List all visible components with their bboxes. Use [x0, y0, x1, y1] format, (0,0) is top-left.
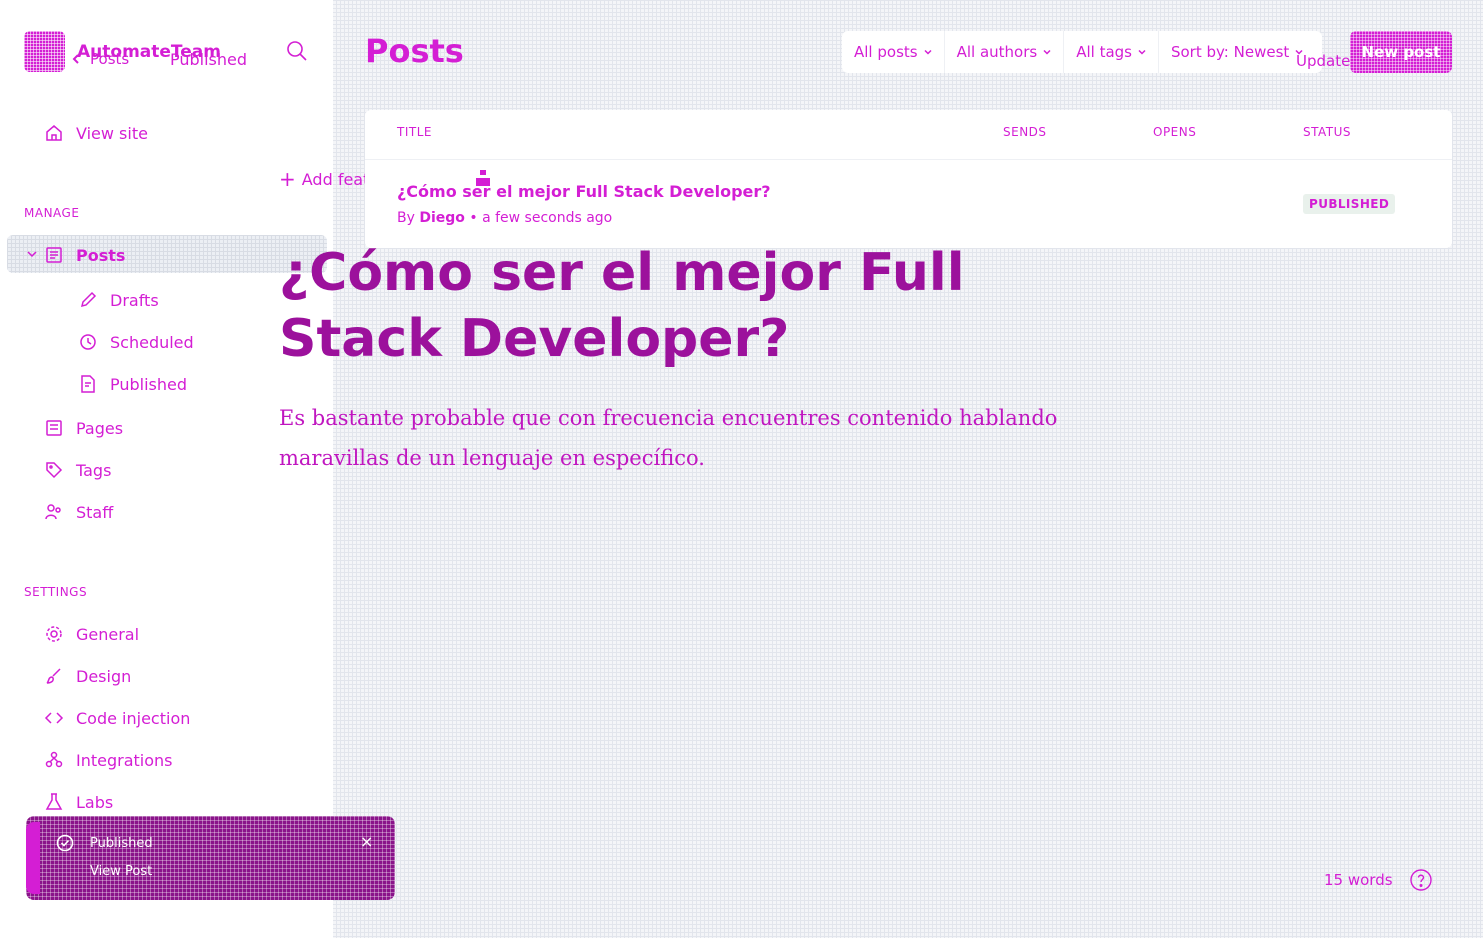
search-icon[interactable] — [284, 38, 310, 64]
tag-icon — [46, 462, 63, 479]
gear-icon — [46, 626, 62, 642]
sidebar-item-label: Design — [76, 666, 132, 686]
post-row-by: By — [397, 210, 415, 226]
sidebar-item-design[interactable]: Design — [44, 663, 131, 689]
sidebar-item-scheduled[interactable]: Scheduled — [78, 329, 194, 355]
sidebar-item-pages[interactable]: Pages — [44, 415, 123, 441]
status-badge: PUBLISHED — [1303, 194, 1396, 214]
editor-status: Published — [170, 50, 248, 69]
flask-icon — [45, 793, 63, 810]
plus-icon: + — [279, 167, 296, 191]
sidebar-item-view-site[interactable]: View site — [44, 120, 148, 146]
sidebar-item-drafts[interactable]: Drafts — [78, 287, 159, 313]
view-post-link[interactable]: View Post — [90, 864, 152, 879]
brand-logo — [24, 31, 65, 72]
sidebar-item-code-injection[interactable]: Code injection — [44, 705, 190, 731]
new-post-button[interactable]: New post — [1350, 31, 1452, 73]
post-row-time: • a few seconds ago — [469, 210, 613, 226]
filter-type-dropdown[interactable]: All posts — [842, 31, 945, 73]
filter-label: All authors — [956, 43, 1038, 61]
sidebar-item-staff[interactable]: Staff — [44, 499, 113, 525]
sidebar-item-posts[interactable]: Posts — [44, 242, 125, 268]
toast-title: Published — [90, 836, 153, 851]
help-icon[interactable] — [1409, 868, 1433, 892]
post-row-meta: By Diego • a few seconds ago — [397, 210, 612, 226]
manage-section-title: MANAGE — [24, 206, 80, 220]
page-title: Posts — [365, 32, 464, 70]
word-count: 15 words — [1324, 871, 1393, 889]
sidebar-item-tags[interactable]: Tags — [44, 457, 111, 483]
clock-icon — [80, 334, 96, 350]
chevron-left-icon — [72, 54, 79, 64]
close-icon[interactable]: × — [360, 832, 373, 851]
drag-handle-icon[interactable] — [474, 168, 492, 188]
sidebar-item-label: Tags — [76, 460, 112, 480]
post-row-author: Diego — [419, 210, 465, 226]
check-icon — [56, 834, 74, 852]
column-header-sends: SENDS — [1003, 125, 1047, 139]
chevron-down-icon[interactable] — [25, 247, 39, 261]
sidebar-item-label: Labs — [76, 792, 114, 812]
posts-table: TITLE SENDS OPENS STATUS ¿Cómo ser el me… — [365, 110, 1452, 248]
toast-notification: Published View Post × — [26, 816, 395, 900]
posts-icon — [46, 247, 62, 263]
sidebar-item-label: Posts — [76, 245, 126, 265]
filter-bar: All posts All authors All tags Sort by: … — [842, 31, 1322, 73]
settings-section-title: SETTINGS — [24, 585, 88, 599]
sidebar-item-label: Drafts — [110, 290, 159, 310]
sidebar-item-label: View site — [76, 123, 148, 143]
column-header-opens: OPENS — [1153, 125, 1197, 139]
post-title-input[interactable]: ¿Cómo ser el mejor Full Stack Developer? — [279, 240, 1109, 372]
sidebar-item-label: Published — [110, 374, 188, 394]
chevron-down-icon — [1043, 49, 1051, 55]
pages-icon — [46, 420, 62, 436]
chevron-down-icon — [924, 49, 932, 55]
staff-icon — [45, 504, 61, 520]
sidebar-item-published[interactable]: Published — [78, 371, 187, 397]
table-divider — [365, 159, 1452, 160]
filter-label: Sort by: Newest — [1170, 43, 1290, 61]
sidebar-item-labs[interactable]: Labs — [44, 789, 113, 815]
pencil-icon — [80, 291, 97, 308]
toast-accent — [26, 822, 40, 894]
published-doc-icon — [81, 375, 95, 393]
home-icon — [46, 125, 62, 141]
filter-label: All posts — [854, 43, 918, 61]
back-link-label: Posts — [90, 50, 130, 68]
post-row-title[interactable]: ¿Cómo ser el mejor Full Stack Developer? — [397, 182, 771, 201]
sidebar-item-label: Scheduled — [110, 332, 194, 352]
column-header-title: TITLE — [397, 125, 432, 139]
code-icon — [44, 712, 64, 724]
sort-dropdown[interactable]: Sort by: Newest — [1159, 31, 1315, 73]
filter-author-dropdown[interactable]: All authors — [945, 31, 1065, 73]
sidebar-item-label: Staff — [76, 502, 114, 522]
column-header-status: STATUS — [1303, 125, 1352, 139]
sidebar-item-general[interactable]: General — [44, 621, 139, 647]
integrations-icon — [45, 751, 63, 768]
sidebar-item-label: Integrations — [76, 750, 173, 770]
sidebar-item-label: Code injection — [76, 708, 191, 728]
update-button[interactable]: Update — [1296, 52, 1350, 70]
sidebar-item-integrations[interactable]: Integrations — [44, 747, 173, 773]
editor-back-link[interactable]: Posts — [70, 50, 129, 68]
sidebar-item-label: General — [76, 624, 140, 644]
brush-icon — [46, 668, 61, 684]
post-body[interactable]: Es bastante probable que con frecuencia … — [279, 398, 1099, 478]
chevron-down-icon — [1138, 49, 1146, 55]
filter-tags-dropdown[interactable]: All tags — [1064, 31, 1159, 73]
filter-label: All tags — [1076, 43, 1132, 61]
sidebar-item-label: Pages — [76, 418, 124, 438]
